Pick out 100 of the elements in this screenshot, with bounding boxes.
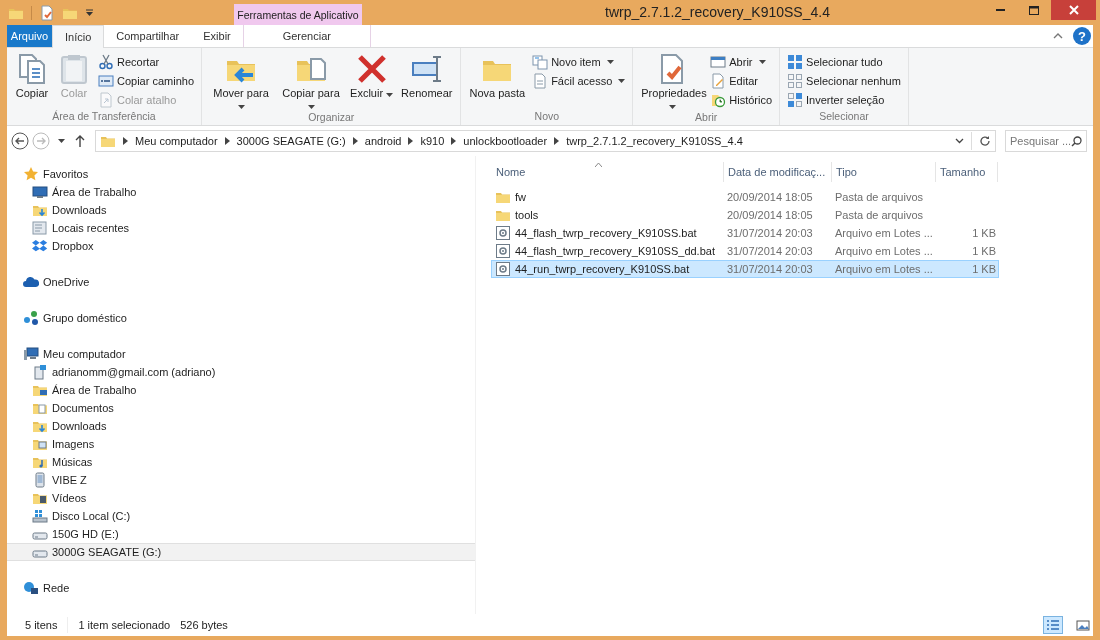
navigation-item[interactable]: Locais recentes	[7, 219, 475, 237]
new-item-icon	[532, 54, 549, 70]
navigation-item[interactable]: Grupo doméstico	[7, 309, 475, 327]
ribbon-tab[interactable]: Compartilhar	[104, 25, 192, 47]
search-field[interactable]: Pesquisar ...	[1005, 130, 1087, 152]
breadcrumb-link[interactable]: android	[364, 135, 402, 147]
invert-selection-icon	[787, 92, 804, 108]
ribbon-button[interactable]: Editar	[708, 72, 775, 90]
navigation-item[interactable]: 3000G SEAGATE (G:)	[7, 543, 475, 561]
group-label: Selecionar	[818, 110, 870, 124]
ribbon-button[interactable]: Propriedades	[638, 50, 707, 111]
file-name: 44_run_twrp_recovery_K910SS.bat	[515, 263, 690, 275]
close-button[interactable]	[1051, 0, 1096, 20]
file-name: 44_flash_twrp_recovery_K910SS.bat	[515, 227, 697, 239]
ribbon-button[interactable]: Nova pasta	[466, 50, 529, 110]
navigation-item[interactable]: VIBE Z	[7, 471, 475, 489]
breadcrumb-link[interactable]: 3000G SEAGATE (G:)	[236, 135, 346, 147]
ribbon-button[interactable]: Abrir	[708, 53, 775, 71]
navigation-item[interactable]: OneDrive	[7, 273, 475, 291]
help-button[interactable]: ?	[1073, 27, 1091, 45]
navigation-item[interactable]: Favoritos	[7, 165, 475, 183]
column-header[interactable]: Tipo	[832, 162, 936, 182]
file-name: fw	[515, 191, 526, 203]
navigation-item[interactable]: Meu computador	[7, 345, 475, 363]
file-row[interactable]: 44_flash_twrp_recovery_K910SS_dd.bat 31/07/2014 20:03 Arquivo em Lotes ... 1 KB	[491, 242, 999, 260]
chevron-icon[interactable]	[224, 137, 230, 145]
column-header[interactable]: Nome	[492, 162, 724, 182]
breadcrumb-link[interactable]: unlockbootloader	[463, 135, 548, 147]
file-size: 1 KB	[971, 245, 997, 257]
file-type: Arquivo em Lotes ...	[834, 263, 934, 275]
selection-size: 526 bytes	[180, 619, 228, 631]
sort-ascending-icon	[595, 163, 602, 167]
navigation-item[interactable]: Imagens	[7, 435, 475, 453]
page-check-icon[interactable]	[39, 4, 55, 21]
ribbon-button[interactable]: Fácil acesso	[530, 72, 628, 90]
ribbon-tab[interactable]: Gerenciar	[242, 25, 371, 47]
column-header[interactable]: Tamanho	[936, 162, 998, 182]
ribbon-button[interactable]: Recortar	[96, 53, 197, 71]
ribbon-button[interactable]: Selecionar nenhum	[785, 72, 903, 90]
file-row[interactable]: tools 20/09/2014 18:05 Pasta de arquivos	[491, 206, 999, 224]
navigation-item[interactable]: Downloads	[7, 417, 475, 435]
navigation-item[interactable]: Documentos	[7, 399, 475, 417]
ribbon-button[interactable]: Copiar	[12, 50, 52, 110]
chevron-icon[interactable]	[451, 137, 457, 145]
navigation-item[interactable]: Músicas	[7, 453, 475, 471]
navigation-item[interactable]: Área de Trabalho	[7, 183, 475, 201]
breadcrumb-link[interactable]: k910	[420, 135, 445, 147]
ribbon-button[interactable]: Copiar caminho	[96, 72, 197, 90]
navigation-item[interactable]: Vídeos	[7, 489, 475, 507]
navigation-item[interactable]: Downloads	[7, 201, 475, 219]
breadcrumb-link[interactable]: Meu computador	[135, 135, 218, 147]
date-modified: 31/07/2014 20:03	[726, 263, 814, 275]
navigation-item[interactable]: Área de Trabalho	[7, 381, 475, 399]
customize-caret-icon[interactable]	[85, 8, 94, 17]
page-icon	[532, 73, 549, 89]
ribbon-button[interactable]: Novo item	[530, 53, 628, 71]
breadcrumb-link[interactable]: twrp_2.7.1.2_recovery_K910SS_4.4	[566, 135, 743, 147]
ribbon-button[interactable]: Excluir	[347, 50, 397, 111]
file-row[interactable]: 44_flash_twrp_recovery_K910SS.bat 31/07/2014 20:03 Arquivo em Lotes ... 1 KB	[491, 224, 999, 242]
selection-count: 1 item selecionado	[78, 619, 171, 631]
ribbon-button[interactable]: Copiar para	[277, 50, 346, 111]
column-header[interactable]: Data de modificaç...	[724, 162, 832, 182]
date-modified: 31/07/2014 20:03	[726, 227, 814, 239]
computer-icon	[23, 346, 39, 362]
chevron-icon[interactable]	[352, 137, 358, 145]
navigation-item[interactable]: Rede	[7, 579, 475, 597]
navigation-item[interactable]: 150G HD (E:)	[7, 525, 475, 543]
address-bar[interactable]: Meu computador 3000G SEAGATE (G:) android k910 unlockbootloader twrp_2.7.1.2_recovery_K910SS_4.4	[95, 130, 996, 152]
empty-grid-icon	[787, 73, 804, 89]
star-icon	[23, 166, 39, 182]
chevron-icon[interactable]	[554, 137, 560, 145]
batch-file-icon	[495, 261, 511, 277]
shortcut-icon	[98, 92, 114, 108]
context-tab-group-label: Ferramentas de Aplicativo	[234, 4, 362, 25]
ribbon-button[interactable]: Renomear	[398, 50, 456, 111]
refresh-icon[interactable]	[979, 135, 991, 147]
window-icon	[710, 54, 727, 70]
ribbon-button[interactable]: Histórico	[708, 91, 775, 109]
ribbon-button[interactable]: Inverter seleção	[785, 91, 903, 109]
group-label: Abrir	[694, 111, 719, 125]
navigation-item[interactable]: Disco Local (C:)	[7, 507, 475, 525]
dropdown-caret-icon[interactable]	[955, 138, 964, 144]
navigation-item[interactable]: adrianomm@gmail.com (adriano)	[7, 363, 475, 381]
file-row[interactable]: fw 20/09/2014 18:05 Pasta de arquivos	[491, 188, 999, 206]
ribbon-tab[interactable]: Início	[52, 25, 105, 48]
ribbon-tab[interactable]: Arquivo	[7, 25, 52, 47]
collapse-ribbon-icon[interactable]	[1053, 33, 1063, 39]
chevron-icon[interactable]	[123, 137, 128, 145]
network-icon	[23, 580, 39, 596]
details-view-button[interactable]	[1043, 616, 1063, 634]
chevron-icon[interactable]	[408, 137, 414, 145]
navigation-item[interactable]: Dropbox	[7, 237, 475, 255]
back-button[interactable]	[11, 130, 29, 152]
ribbon-tab[interactable]: Exibir	[191, 25, 243, 47]
ribbon-button[interactable]: Selecionar tudo	[785, 53, 903, 71]
file-size: 1 KB	[971, 227, 997, 239]
file-row[interactable]: 44_run_twrp_recovery_K910SS.bat 31/07/2014 20:03 Arquivo em Lotes ... 1 KB	[491, 260, 999, 278]
maximize-icon	[1029, 5, 1039, 15]
ribbon-button[interactable]: Mover para	[207, 50, 276, 111]
box-icon	[32, 238, 48, 254]
